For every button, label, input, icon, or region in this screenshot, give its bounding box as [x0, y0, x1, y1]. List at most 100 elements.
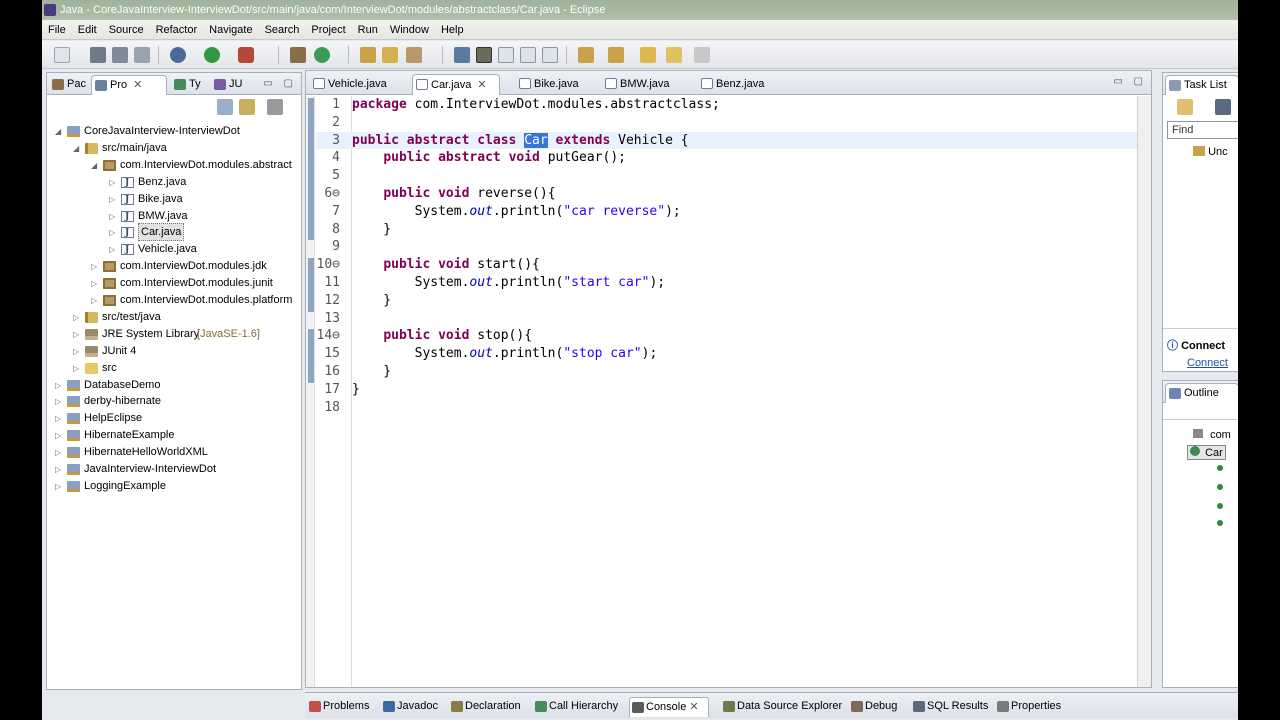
tab-explorer-ju[interactable]: JU: [211, 75, 253, 95]
tree-item[interactable]: ◢ src/main/java: [47, 140, 301, 157]
search-icon[interactable]: [406, 47, 422, 63]
tree-item[interactable]: ▷ com.InterviewDot.modules.junit: [47, 275, 301, 292]
collapsed-arrow-icon[interactable]: ▷: [73, 309, 79, 326]
new-task-icon[interactable]: [1177, 99, 1193, 115]
categorize-icon[interactable]: [1215, 99, 1231, 115]
editor-scrollbar[interactable]: [1137, 96, 1151, 687]
menu-navigate[interactable]: Navigate: [203, 20, 258, 40]
run-icon[interactable]: [204, 47, 220, 63]
tab-debug[interactable]: Debug: [849, 697, 907, 717]
tab-call-hierarchy[interactable]: Call Hierarchy: [533, 697, 625, 717]
tab-explorer-pro[interactable]: Pro ✕: [91, 75, 167, 95]
last-edit-location-icon[interactable]: [640, 47, 656, 63]
collapsed-arrow-icon[interactable]: ▷: [109, 208, 115, 225]
menu-project[interactable]: Project: [305, 20, 351, 40]
new-icon[interactable]: [54, 47, 70, 63]
tab-editor-vehicle[interactable]: Vehicle.java: [310, 74, 410, 95]
method-icon[interactable]: [1217, 465, 1223, 471]
expanded-arrow-icon[interactable]: ◢: [73, 140, 79, 157]
tree-item[interactable]: ▷ Car.java: [47, 223, 301, 242]
close-icon[interactable]: ✕: [133, 79, 142, 91]
tab-explorer-pac[interactable]: Pac: [49, 75, 89, 95]
tree-item[interactable]: ▷ derby-hibernate: [47, 393, 301, 410]
tab-outline[interactable]: Outline: [1165, 383, 1238, 403]
tree-item[interactable]: ▷ HelpEclipse: [47, 410, 301, 427]
collapsed-arrow-icon[interactable]: ▷: [55, 461, 61, 478]
expanded-arrow-icon[interactable]: ◢: [91, 157, 97, 174]
task-find-input[interactable]: Find: [1167, 121, 1238, 139]
collapsed-arrow-icon[interactable]: ▷: [91, 258, 97, 275]
print-icon[interactable]: [134, 47, 150, 63]
tree-item[interactable]: ▷ HibernateExample: [47, 427, 301, 444]
forward-icon[interactable]: [694, 47, 710, 63]
collapsed-arrow-icon[interactable]: ▷: [109, 174, 115, 191]
toggle-highlight-icon[interactable]: [476, 47, 492, 63]
tab-editor-benz[interactable]: Benz.java: [698, 74, 788, 95]
outline-package-row[interactable]: com: [1193, 429, 1231, 441]
collapse-all-icon[interactable]: [217, 99, 233, 115]
collapsed-arrow-icon[interactable]: ▷: [73, 343, 79, 360]
tab-console[interactable]: Console ✕: [629, 697, 709, 717]
tree-item[interactable]: ▷ com.InterviewDot.modules.jdk: [47, 258, 301, 275]
collapsed-arrow-icon[interactable]: ▷: [91, 275, 97, 292]
tab-task-list[interactable]: Task List: [1165, 75, 1238, 95]
collapsed-arrow-icon[interactable]: ▷: [55, 410, 61, 427]
next-annotation-icon[interactable]: [578, 47, 594, 63]
tab-editor-bmw[interactable]: BMW.java: [602, 74, 690, 95]
tree-item[interactable]: ◢ CoreJavaInterview-InterviewDot: [47, 123, 301, 140]
tree-item[interactable]: ▷ Bike.java: [47, 191, 301, 209]
menu-window[interactable]: Window: [384, 20, 435, 40]
tree-item[interactable]: ▷ JRE System Library [JavaSE-1.6]: [47, 326, 301, 343]
collapsed-arrow-icon[interactable]: ▷: [55, 427, 61, 444]
tab-editor-bike[interactable]: Bike.java: [516, 74, 608, 95]
tree-item[interactable]: ▷ Vehicle.java: [47, 241, 301, 259]
external-tools-icon[interactable]: [238, 47, 254, 63]
tab-declaration[interactable]: Declaration: [449, 697, 529, 717]
expanded-arrow-icon[interactable]: ◢: [55, 123, 61, 140]
back-icon[interactable]: [666, 47, 682, 63]
tree-item[interactable]: ▷ src: [47, 360, 301, 377]
method-icon[interactable]: [1217, 520, 1223, 526]
editor-window-buttons[interactable]: ▭ ▢: [1113, 76, 1147, 87]
save-icon[interactable]: [90, 47, 106, 63]
tab-sql-results[interactable]: SQL Results: [911, 697, 991, 717]
tree-item[interactable]: ▷ HibernateHelloWorldXML: [47, 444, 301, 461]
menu-help[interactable]: Help: [435, 20, 470, 40]
tab-properties[interactable]: Properties: [995, 697, 1065, 717]
collapsed-arrow-icon[interactable]: ▷: [109, 191, 115, 208]
previous-annotation-icon[interactable]: [608, 47, 624, 63]
tab-javadoc[interactable]: Javadoc: [381, 697, 445, 717]
toggle-mark-occurrences-icon[interactable]: [454, 47, 470, 63]
new-java-project-icon[interactable]: [290, 47, 306, 63]
collapsed-arrow-icon[interactable]: ▷: [55, 444, 61, 461]
link-with-editor-icon[interactable]: [239, 99, 255, 115]
open-type-icon[interactable]: [360, 47, 376, 63]
new-class-icon[interactable]: [314, 47, 330, 63]
tab-explorer-ty[interactable]: Ty: [171, 75, 209, 95]
tree-item[interactable]: ▷ src/test/java: [47, 309, 301, 326]
tree-item[interactable]: ▷ Benz.java: [47, 174, 301, 192]
tree-item[interactable]: ▷ DatabaseDemo: [47, 377, 301, 394]
show-whitespace-icon[interactable]: [498, 47, 514, 63]
code-area[interactable]: 1 package com.InterviewDot.modules.abstra…: [316, 96, 1137, 687]
tab-problems[interactable]: Problems: [307, 697, 377, 717]
open-task-icon[interactable]: [382, 47, 398, 63]
outline-class-row[interactable]: Car: [1187, 445, 1226, 460]
block-selection-icon[interactable]: [520, 47, 536, 63]
collapsed-arrow-icon[interactable]: ▷: [55, 478, 61, 495]
paragraph-icon[interactable]: [542, 47, 558, 63]
collapsed-arrow-icon[interactable]: ▷: [91, 292, 97, 309]
tab-data-source-explorer[interactable]: Data Source Explorer: [721, 697, 845, 717]
collapsed-arrow-icon[interactable]: ▷: [55, 377, 61, 394]
save-all-icon[interactable]: [112, 47, 128, 63]
connect-link[interactable]: Connect: [1187, 357, 1228, 369]
tree-item[interactable]: ◢ com.InterviewDot.modules.abstract: [47, 157, 301, 174]
tree-item[interactable]: ▷ JUnit 4: [47, 343, 301, 360]
tree-item[interactable]: ▷ LoggingExample: [47, 478, 301, 495]
debug-icon[interactable]: [170, 47, 186, 63]
close-icon[interactable]: ✕: [477, 79, 486, 91]
explorer-window-buttons[interactable]: ▭ ▢: [263, 78, 297, 89]
method-icon[interactable]: [1217, 484, 1223, 490]
collapsed-arrow-icon[interactable]: ▷: [73, 326, 79, 343]
menu-file[interactable]: File: [42, 20, 72, 40]
